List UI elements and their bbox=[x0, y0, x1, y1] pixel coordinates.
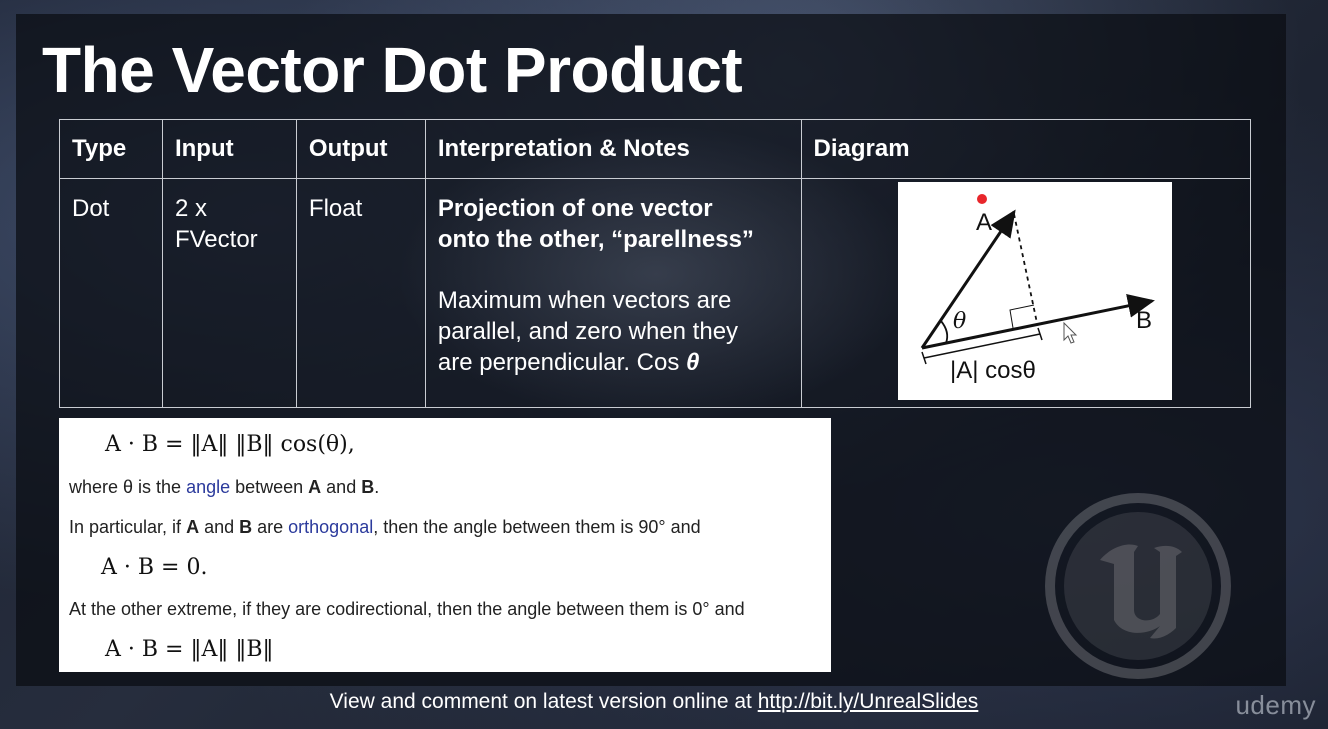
notes-body: Maximum when vectors are parallel, and z… bbox=[438, 285, 789, 378]
notes-bold-line2: onto the other, “parellness” bbox=[437, 226, 754, 253]
header-type: Type bbox=[59, 119, 163, 179]
math-excerpt: A · B = ‖A‖ ‖B‖ cos(θ), where θ is the a… bbox=[59, 418, 831, 672]
angle-arc bbox=[940, 320, 949, 344]
header-diagram: Diagram bbox=[800, 119, 1252, 179]
cell-input-line1: 2 x bbox=[174, 195, 207, 222]
table-header-row: Type Input Output Interpretation & Notes… bbox=[59, 119, 1252, 179]
mouse-cursor-icon bbox=[1063, 321, 1078, 344]
vector-a-arrow bbox=[920, 209, 1016, 349]
cell-output: Float bbox=[295, 178, 426, 408]
udemy-watermark: udemy bbox=[1235, 690, 1316, 720]
footer-text: View and comment on latest version onlin… bbox=[329, 690, 758, 713]
notes-line2: parallel, and zero when they bbox=[437, 318, 739, 345]
projection-length-line bbox=[923, 333, 1041, 359]
math-text-orthogonal: In particular, if A and B are orthogonal… bbox=[69, 517, 701, 537]
cell-input-line2: FVector bbox=[174, 226, 258, 253]
notes-theta: θ bbox=[686, 349, 700, 376]
header-input: Input bbox=[161, 119, 297, 179]
cell-type: Dot bbox=[59, 178, 163, 408]
label-theta: θ bbox=[953, 309, 966, 334]
notes-line3: are perpendicular. Cos bbox=[437, 349, 687, 376]
orthogonal-link[interactable]: orthogonal bbox=[288, 517, 373, 537]
notes-bold-line1: Projection of one vector bbox=[437, 195, 713, 222]
angle-link[interactable]: angle bbox=[186, 477, 230, 497]
math-text-angle: where θ is the angle between A and B. bbox=[69, 477, 380, 497]
label-a: A bbox=[976, 209, 992, 236]
header-notes: Interpretation & Notes bbox=[424, 119, 802, 179]
equation-orthogonal: A · B = 0. bbox=[101, 555, 208, 580]
slide-title: The Vector Dot Product bbox=[42, 34, 743, 106]
notes-line1: Maximum when vectors are bbox=[437, 287, 732, 314]
vector-diagram-svg: A B θ |A| cosθ bbox=[920, 194, 1155, 384]
equation-codirectional: A · B = ‖A‖ ‖B‖ bbox=[105, 637, 274, 662]
equation-dot-product: A · B = ‖A‖ ‖B‖ cos(θ), bbox=[105, 432, 355, 457]
cell-input: 2 x FVector bbox=[161, 178, 297, 408]
cell-notes: Projection of one vector onto the other,… bbox=[424, 178, 802, 408]
unreal-engine-logo-icon bbox=[1045, 493, 1231, 679]
red-marker-dot bbox=[977, 194, 987, 204]
math-text-codirectional: At the other extreme, if they are codire… bbox=[69, 599, 745, 619]
vector-diagram: A B θ |A| cosθ bbox=[898, 182, 1172, 400]
label-b: B bbox=[1136, 307, 1152, 334]
header-output: Output bbox=[295, 119, 426, 179]
label-projection: |A| cosθ bbox=[950, 357, 1036, 384]
footer-link[interactable]: http://bit.ly/UnrealSlides bbox=[758, 690, 979, 713]
footer-note: View and comment on latest version onlin… bbox=[0, 690, 1308, 714]
